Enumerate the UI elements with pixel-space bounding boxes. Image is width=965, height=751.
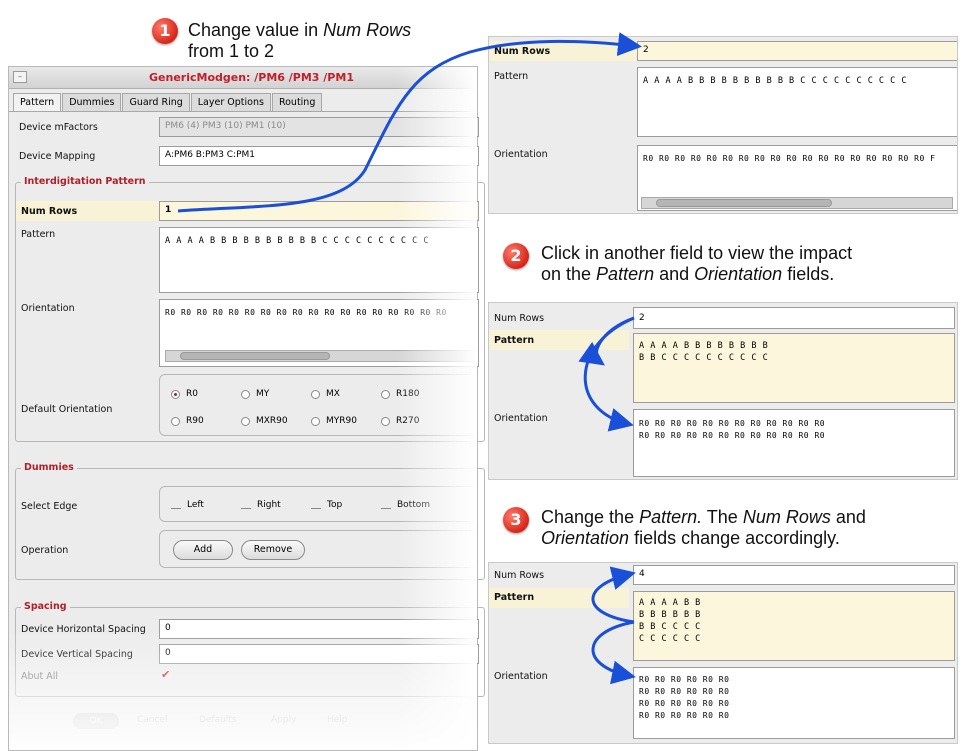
- arrow-step-2-orientation: [583, 316, 635, 432]
- arrow-step-1: [177, 32, 642, 213]
- arrow-step-3-num-rows: [591, 566, 636, 624]
- arrow-step-3-orientation: [591, 620, 636, 685]
- annotation-arrows: [177, 32, 642, 685]
